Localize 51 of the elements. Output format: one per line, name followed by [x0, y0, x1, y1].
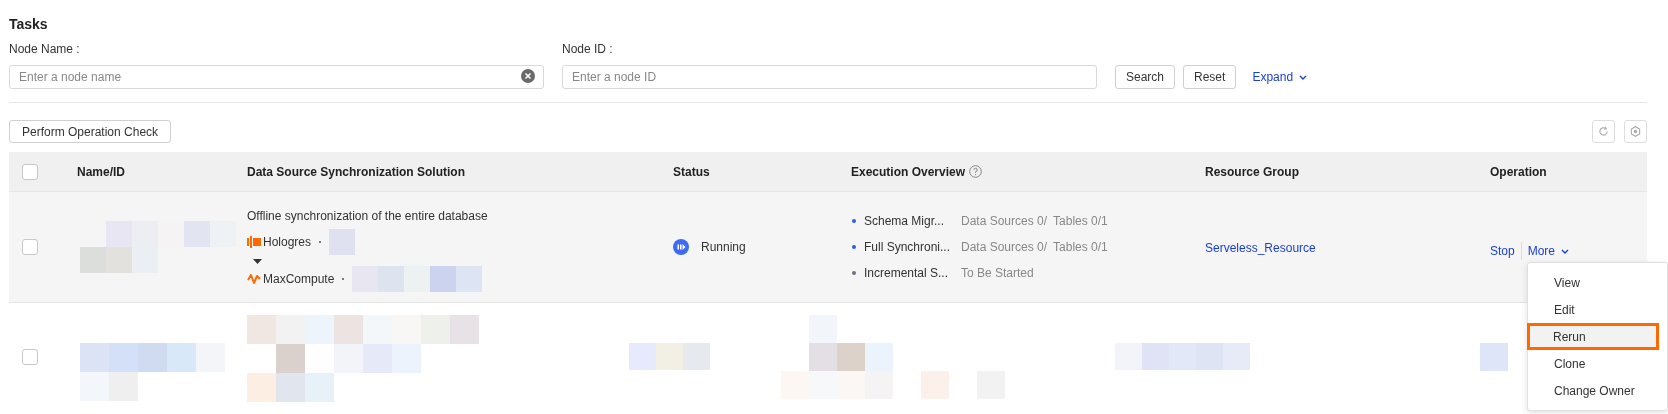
- running-status-icon: [673, 239, 689, 255]
- chevron-down-icon: [1299, 74, 1308, 80]
- column-header: Resource Group: [1205, 163, 1300, 181]
- blurred-text: [1480, 343, 1508, 371]
- menu-item[interactable]: Rerun: [1527, 323, 1659, 350]
- clear-icon[interactable]: [521, 69, 535, 83]
- help-icon: [969, 165, 983, 178]
- text-field[interactable]: Enter a node name: [9, 65, 544, 89]
- checkbox[interactable]: [22, 163, 38, 180]
- text-field[interactable]: Enter a node ID: [562, 65, 1097, 89]
- column-header: Name/ID: [77, 163, 126, 181]
- reset-button[interactable]: Reset: [1183, 65, 1237, 89]
- field-label: Node Name :: [9, 41, 81, 58]
- column-header: Operation: [1490, 163, 1547, 181]
- step-detail: Tables 0/1: [1053, 213, 1108, 230]
- column-header: Status: [673, 163, 710, 181]
- menu-item[interactable]: Clone: [1528, 350, 1667, 377]
- chevron-down-icon: [1561, 248, 1570, 254]
- resource-group-link[interactable]: Serveless_Resource: [1205, 241, 1316, 255]
- menu-item[interactable]: Change Owner: [1528, 377, 1667, 404]
- step-detail: Data Sources 0/: [961, 213, 1048, 230]
- column-header: Data Source Synchronization Solution: [247, 163, 466, 181]
- operation-check-button[interactable]: Perform Operation Check: [9, 120, 172, 143]
- menu-item[interactable]: View: [1528, 269, 1667, 296]
- down-triangle-icon: [253, 258, 262, 264]
- refresh-icon: [1598, 126, 1609, 137]
- column-header: Execution Overview: [851, 163, 966, 181]
- target-name: MaxCompute: [263, 270, 335, 288]
- field-label: Node ID :: [562, 41, 614, 58]
- step-name: Incremental S...: [864, 265, 950, 282]
- search-button[interactable]: Search: [1115, 65, 1176, 89]
- bars-icon: [247, 235, 261, 248]
- checkbox[interactable]: [22, 239, 38, 255]
- checkbox[interactable]: [22, 349, 38, 365]
- settings-icon: [1630, 126, 1641, 137]
- page-title: Tasks: [9, 15, 49, 34]
- step-name: Schema Migr...: [864, 213, 946, 230]
- stop-link[interactable]: Stop: [1490, 242, 1522, 260]
- solution-title: Offline synchronization of the entire database: [247, 207, 489, 225]
- expand-link[interactable]: Expand: [1252, 68, 1308, 86]
- step-detail: Data Sources 0/: [961, 239, 1048, 256]
- settings-button[interactable]: [1624, 120, 1647, 143]
- step-detail: To Be Started: [961, 265, 1034, 282]
- source-name: Hologres: [263, 233, 312, 251]
- more-link[interactable]: More: [1521, 242, 1570, 260]
- step-detail: Tables 0/1: [1053, 239, 1108, 256]
- step-name: Full Synchroni...: [864, 239, 952, 256]
- refresh-button[interactable]: [1592, 120, 1615, 143]
- zigzag-icon: [247, 272, 261, 285]
- menu-item[interactable]: Edit: [1528, 296, 1667, 323]
- status-text: Running: [701, 239, 746, 256]
